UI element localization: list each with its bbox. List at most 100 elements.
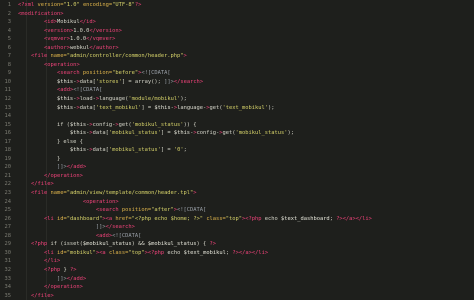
line-number: 12 xyxy=(4,96,12,103)
code-text: $this->data['text_mobikul'] = $this->lan… xyxy=(56,104,275,111)
line-number: 22 xyxy=(4,181,12,188)
code-text: </li> xyxy=(43,258,61,265)
code-text: <search position="after"><![CDATA[ xyxy=(95,207,207,214)
code-line[interactable]: 14 xyxy=(0,112,474,121)
code-line[interactable]: 23 <file name="admin/view/template/commo… xyxy=(0,189,474,198)
code-text: <li id="dashboard"><a href="<?php echo $… xyxy=(43,215,372,222)
line-number: 14 xyxy=(4,113,12,120)
code-text: </file> xyxy=(30,181,54,188)
code-text: </operation> xyxy=(43,284,83,291)
line-number: 35 xyxy=(4,292,12,299)
code-line[interactable]: 33 ]]></add> xyxy=(0,275,474,284)
code-text: <?php } ?> xyxy=(43,266,77,273)
code-text: <add><![CDATA[ xyxy=(95,232,142,239)
code-line[interactable]: 5 <vqmver>1.0.0</vqmver> xyxy=(0,35,474,44)
line-number: 18 xyxy=(4,147,12,154)
code-line[interactable]: 1 <?xml version="1.0" encoding="UTF-8"?> xyxy=(0,1,474,10)
line-number: 25 xyxy=(4,207,12,214)
code-line[interactable]: 13 $this->data['text_mobikul'] = $this->… xyxy=(0,104,474,113)
code-text: } xyxy=(18,155,61,162)
code-line[interactable]: 6 <author>webkul</author> xyxy=(0,44,474,53)
line-number: 17 xyxy=(4,138,12,145)
line-number: 10 xyxy=(4,78,12,85)
code-text: <file name="admin/view/template/common/h… xyxy=(30,190,197,197)
code-text: <id>Mobikul</id> xyxy=(43,19,96,26)
code-area[interactable]: 1 <?xml version="1.0" encoding="UTF-8"?> 2… xyxy=(0,1,474,300)
code-line[interactable]: 11 <add><![CDATA[ xyxy=(0,86,474,95)
line-number: 21 xyxy=(4,172,12,179)
code-line[interactable]: 30 <li id="mobikul"><a class="top"><?php… xyxy=(0,249,474,258)
line-number: 33 xyxy=(4,275,12,282)
code-text: <?php if (isset($mobikul_status) && $mob… xyxy=(30,241,217,248)
code-text: <operation> xyxy=(43,61,80,68)
code-text: <version>1.0.0</version> xyxy=(43,27,122,34)
code-line[interactable]: 10 $this->data['stores'] = array(); ]]><… xyxy=(0,78,474,87)
code-text: $this->data['mobikul_status'] = $this->c… xyxy=(69,130,294,137)
line-number: 7 xyxy=(7,53,11,60)
code-text: <operation> xyxy=(82,198,119,205)
code-line[interactable]: 27 ]]></search> xyxy=(0,223,474,232)
code-editor[interactable]: 1 <?xml version="1.0" encoding="UTF-8"?> 2… xyxy=(0,0,474,300)
line-number: 27 xyxy=(4,224,12,231)
code-text: <file name="admin/controller/common/head… xyxy=(30,53,187,60)
line-number: 2 xyxy=(7,10,11,17)
code-line[interactable]: 8 <operation> xyxy=(0,61,474,70)
code-line[interactable]: 28 <add><![CDATA[ xyxy=(0,232,474,241)
code-line[interactable]: 24 <operation> xyxy=(0,198,474,207)
code-line[interactable]: 18 $this->data['mobikul_status'] = '0'; xyxy=(0,146,474,155)
code-text: ]]></add> xyxy=(56,275,87,282)
code-text: </operation> xyxy=(43,172,83,179)
code-line[interactable]: 32 <?php } ?> xyxy=(0,266,474,275)
line-number: 4 xyxy=(7,27,11,34)
code-text: <li id="mobikul"><a class="top"><?php ec… xyxy=(43,249,269,256)
line-number: 34 xyxy=(4,284,12,291)
line-number: 30 xyxy=(4,249,12,256)
line-number: 29 xyxy=(4,241,12,248)
line-number: 19 xyxy=(4,155,12,162)
code-line[interactable]: 17 } else { xyxy=(0,138,474,147)
code-line[interactable]: 35 </file> xyxy=(0,292,474,300)
code-text: } else { xyxy=(18,138,83,145)
code-line[interactable]: 34 </operation> xyxy=(0,283,474,292)
code-text: <search position="before"><![CDATA[ xyxy=(56,70,171,77)
line-number: 20 xyxy=(4,164,12,171)
code-text: ]]></add> xyxy=(56,164,87,171)
code-text: </file> xyxy=(30,292,54,299)
code-line[interactable]: 22 </file> xyxy=(0,180,474,189)
code-text: $this->load->language('module/mobikul'); xyxy=(56,96,187,103)
code-line[interactable]: 4 <version>1.0.0</version> xyxy=(0,27,474,36)
code-line[interactable]: 29 <?php if (isset($mobikul_status) && $… xyxy=(0,240,474,249)
code-line[interactable]: 31 </li> xyxy=(0,257,474,266)
code-line[interactable]: 21 </operation> xyxy=(0,172,474,181)
line-number: 16 xyxy=(4,130,12,137)
code-line[interactable]: 15 if ($this->config->get('mobikul_statu… xyxy=(0,121,474,130)
code-text: <author>webkul</author> xyxy=(43,44,119,51)
line-number: 28 xyxy=(4,232,12,239)
code-line[interactable]: 26 <li id="dashboard"><a href="<?php ech… xyxy=(0,215,474,224)
line-number: 8 xyxy=(7,61,11,68)
code-line[interactable]: 2 <modification> xyxy=(0,10,474,19)
line-number: 1 xyxy=(7,2,11,8)
line-number: 9 xyxy=(7,70,11,77)
code-line[interactable]: 7 <file name="admin/controller/common/he… xyxy=(0,52,474,61)
line-number: 31 xyxy=(4,258,12,265)
code-line[interactable]: 19 } xyxy=(0,155,474,164)
line-number: 24 xyxy=(4,198,12,205)
line-number: 6 xyxy=(7,44,11,51)
code-line[interactable]: 25 <search position="after"><![CDATA[ xyxy=(0,206,474,215)
code-text: <vqmver>1.0.0</vqmver> xyxy=(43,36,116,43)
code-line[interactable]: 20 ]]></add> xyxy=(0,163,474,172)
code-text: <?xml version="1.0" encoding="UTF-8"?> xyxy=(18,2,142,8)
code-line[interactable]: 16 $this->data['mobikul_status'] = $this… xyxy=(0,129,474,138)
code-line[interactable]: 12 $this->load->language('module/mobikul… xyxy=(0,95,474,104)
line-number: 11 xyxy=(4,87,12,94)
code-line[interactable]: 9 <search position="before"><![CDATA[ xyxy=(0,69,474,78)
code-text: <modification> xyxy=(18,10,64,17)
line-number: 3 xyxy=(7,19,11,26)
line-number: 15 xyxy=(4,121,12,128)
code-text: $this->data['stores'] = array(); ]]></se… xyxy=(56,78,204,85)
code-line[interactable]: 3 <id>Mobikul</id> xyxy=(0,18,474,27)
code-text: ]]></search> xyxy=(95,224,135,231)
line-number: 23 xyxy=(4,190,12,197)
code-text: $this->data['mobikul_status'] = '0'; xyxy=(69,147,187,154)
